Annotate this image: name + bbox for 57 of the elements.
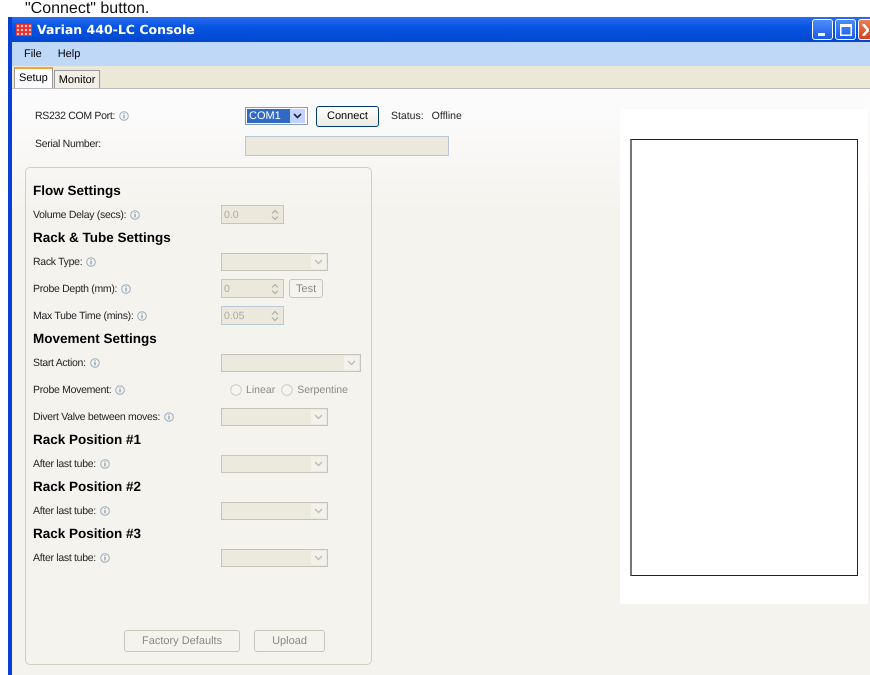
status-label: Status: bbox=[390, 110, 424, 122]
connect-button[interactable]: Connect bbox=[316, 106, 379, 126]
minimize-icon bbox=[818, 33, 825, 36]
chevron-down-icon bbox=[293, 113, 302, 119]
info-icon bbox=[164, 412, 174, 422]
field-label: Max Tube Time (mins): bbox=[33, 310, 134, 322]
field-label: Start Action: bbox=[33, 356, 86, 368]
info-icon bbox=[130, 210, 140, 220]
field-label: Probe Depth (mm): bbox=[33, 282, 118, 294]
section-heading: Flow Settings bbox=[33, 182, 122, 200]
info-icon bbox=[100, 458, 110, 468]
serial-number-field[interactable] bbox=[245, 136, 449, 156]
chevron-down-icon bbox=[314, 554, 323, 560]
info-icon bbox=[121, 284, 132, 294]
section-heading: Rack Position #1 bbox=[33, 431, 142, 449]
field-label: Volume Delay (secs): bbox=[33, 208, 126, 220]
chevron-down-icon bbox=[314, 508, 323, 514]
chevron-down-icon bbox=[314, 414, 323, 420]
window-title: Varian 440-LC Console bbox=[37, 22, 195, 37]
field-label: Rack Type: bbox=[33, 256, 82, 268]
menu-item[interactable]: Help bbox=[52, 46, 86, 62]
field-label: Probe Movement: bbox=[33, 384, 112, 396]
section-heading: Movement Settings bbox=[33, 330, 158, 348]
caption-text: "Connect" button. bbox=[25, 0, 150, 17]
field-label: After last tube: bbox=[33, 552, 96, 564]
info-icon bbox=[115, 384, 126, 394]
status-value: Offline bbox=[432, 110, 462, 122]
menu-item[interactable]: File bbox=[18, 46, 48, 62]
info-icon bbox=[100, 552, 110, 562]
close-icon bbox=[862, 24, 869, 36]
minimize-button[interactable] bbox=[812, 19, 833, 40]
up-down-arrows-icon bbox=[271, 282, 279, 294]
section-heading: Rack & Tube Settings bbox=[33, 229, 172, 247]
port-dropdown[interactable]: COM1 bbox=[245, 107, 308, 125]
field-label: After last tube: bbox=[33, 458, 96, 470]
section-heading: Rack Position #2 bbox=[33, 478, 142, 496]
info-icon bbox=[86, 256, 96, 266]
close-button[interactable] bbox=[858, 19, 870, 40]
field-label: Serial Number: bbox=[35, 138, 101, 150]
info-icon bbox=[100, 506, 110, 516]
app-icon bbox=[16, 24, 32, 36]
up-down-arrows-icon bbox=[271, 310, 279, 322]
maximize-button[interactable] bbox=[835, 19, 856, 40]
tab[interactable]: Monitor bbox=[54, 70, 100, 88]
tab[interactable]: Setup bbox=[14, 67, 53, 88]
field-label: Divert Valve between moves: bbox=[33, 410, 160, 422]
section-heading: Rack Position #3 bbox=[33, 525, 142, 543]
field-label: RS232 COM Port: bbox=[35, 110, 116, 122]
info-icon bbox=[137, 310, 148, 320]
field-label: After last tube: bbox=[33, 504, 96, 516]
info-icon bbox=[90, 358, 100, 368]
info-icon bbox=[119, 111, 130, 121]
maximize-icon bbox=[840, 24, 852, 36]
chevron-down-icon bbox=[314, 460, 323, 466]
chevron-down-icon bbox=[314, 258, 323, 264]
up-down-arrows-icon bbox=[271, 208, 279, 220]
chevron-down-icon bbox=[347, 360, 356, 366]
